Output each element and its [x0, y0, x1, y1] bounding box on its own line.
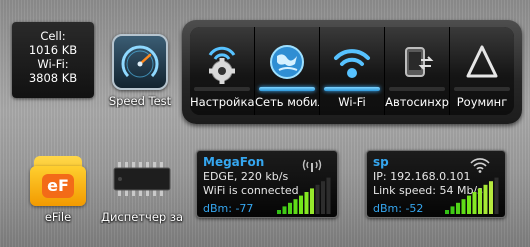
gear-icon [190, 39, 254, 85]
signal-bar [489, 181, 493, 214]
toggle-indicator [389, 87, 445, 91]
speed-test-app[interactable]: Speed Test [96, 34, 184, 108]
toggle-indicator [324, 87, 380, 91]
efile-label: eFile [44, 210, 72, 224]
signal-bar [315, 184, 320, 214]
globe-icon [255, 39, 319, 85]
folder-icon: eF [30, 156, 86, 206]
signal-bar [310, 188, 314, 214]
signal-bar [472, 192, 477, 214]
wifi-icon [320, 39, 384, 85]
toggle-label: Автосинхр [385, 95, 449, 109]
signal-bar [288, 202, 292, 214]
power-control-bar: Настройка Сеть мобил Wi-Fi Автосинхр Роу… [182, 20, 522, 124]
signal-bars [277, 177, 331, 214]
toggle-indicator [454, 87, 510, 91]
signal-bar [450, 206, 455, 214]
sync-icon [385, 39, 449, 85]
efile-app[interactable]: eF eFile [14, 152, 102, 224]
task-manager-app[interactable]: Диспетчер за [96, 152, 188, 224]
toggle-roaming[interactable]: Роуминг [450, 27, 514, 115]
signal-bar [321, 181, 325, 214]
signal-bar [293, 199, 298, 214]
toggle-label: Настройка [190, 95, 254, 109]
toggle-indicator [194, 87, 250, 91]
signal-bars [445, 177, 499, 214]
toggle-wifi[interactable]: Wi-Fi [320, 27, 385, 115]
toggle-label: Сеть мобил [255, 95, 319, 109]
signal-bar [456, 202, 460, 214]
signal-bar [282, 206, 287, 214]
mobile-network-widget[interactable]: MegaFon EDGE, 220 kb/s WiFi is connected… [196, 150, 338, 218]
cell-value: 1016 KB [28, 43, 78, 57]
toggle-mobile-network[interactable]: Сеть мобил [255, 27, 320, 115]
wifi-value: 3808 KB [28, 71, 78, 85]
toggle-indicator [259, 87, 315, 91]
signal-bar [467, 195, 471, 214]
signal-bar [304, 192, 309, 214]
signal-bar [478, 188, 482, 214]
toggle-label: Роуминг [456, 95, 508, 109]
toggle-label: Wi-Fi [338, 95, 366, 109]
signal-bar [299, 195, 303, 214]
toggle-autosync[interactable]: Автосинхр [385, 27, 450, 115]
wifi-network-widget[interactable]: sp IP: 192.168.0.101 Link speed: 54 Mb/s… [366, 150, 506, 218]
roaming-icon [450, 39, 514, 85]
signal-bar [483, 184, 488, 214]
wifi-label: Wi-Fi: [37, 57, 69, 71]
toggle-settings[interactable]: Настройка [190, 27, 255, 115]
signal-bar [494, 177, 499, 214]
traffic-widget[interactable]: Cell: 1016 KB Wi-Fi: 3808 KB [12, 22, 94, 98]
task-manager-label: Диспетчер за [100, 210, 184, 224]
cell-label: Cell: [40, 29, 66, 43]
signal-bar [277, 210, 281, 214]
signal-bar [326, 177, 331, 214]
speed-test-label: Speed Test [108, 94, 172, 108]
signal-bar [445, 210, 449, 214]
chip-icon [112, 152, 172, 206]
speedometer-icon [112, 34, 168, 90]
signal-bar [461, 199, 466, 214]
